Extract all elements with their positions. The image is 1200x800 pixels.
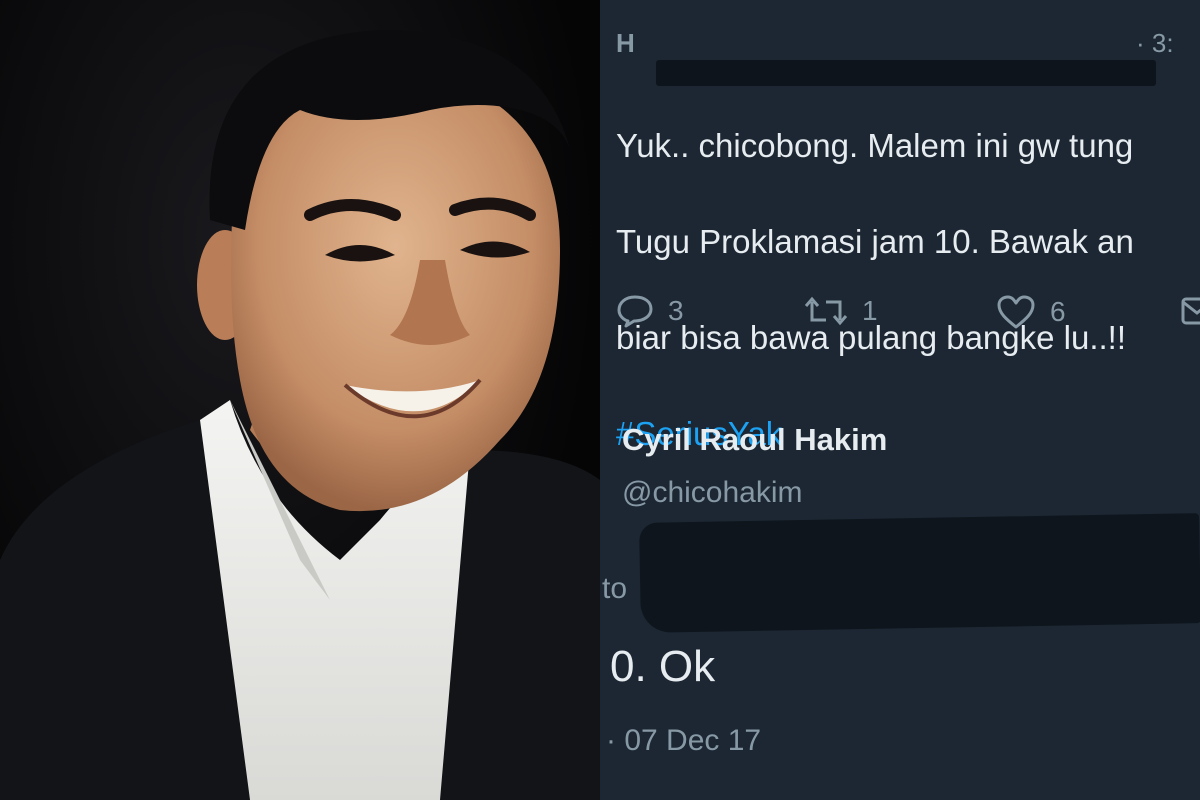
- reply-button[interactable]: 3: [616, 294, 684, 328]
- heart-icon: [997, 295, 1035, 329]
- direct-message-button[interactable]: [1180, 294, 1200, 328]
- tweet-screenshot: H · 3: Yuk.. chicobong. Malem ini gw tun…: [600, 0, 1200, 800]
- reply-to-label: to: [602, 572, 628, 605]
- reply-author-handle[interactable]: @chicohakim: [622, 476, 803, 510]
- tweet-header: H · 3:: [616, 28, 1174, 86]
- tweet-text-line: Tugu Proklamasi jam 10. Bawak an: [616, 223, 1134, 260]
- portrait-photo: [0, 0, 600, 800]
- envelope-icon: [1181, 297, 1200, 325]
- reply-date[interactable]: · 07 Dec 17: [606, 724, 761, 758]
- retweet-button[interactable]: 1: [804, 294, 878, 328]
- like-button[interactable]: 6: [996, 294, 1066, 330]
- like-count: 6: [1050, 296, 1066, 327]
- reply-text: 0. Ok: [610, 642, 716, 691]
- reply-count: 3: [668, 295, 684, 326]
- tweet-author-name[interactable]: H: [616, 28, 635, 58]
- retweet-count: 1: [862, 295, 878, 326]
- tweet-action-bar: 3 1 6: [616, 294, 1200, 334]
- tweet-timestamp[interactable]: · 3:: [1136, 28, 1174, 59]
- portrait-illustration: [0, 30, 600, 800]
- reply-author-name[interactable]: Cyril Raoul Hakim: [622, 422, 887, 458]
- retweet-icon: [804, 296, 848, 326]
- redaction-bar: [639, 513, 1200, 633]
- reply-icon: [617, 295, 653, 328]
- tweet-text-line: Yuk.. chicobong. Malem ini gw tung: [616, 127, 1134, 164]
